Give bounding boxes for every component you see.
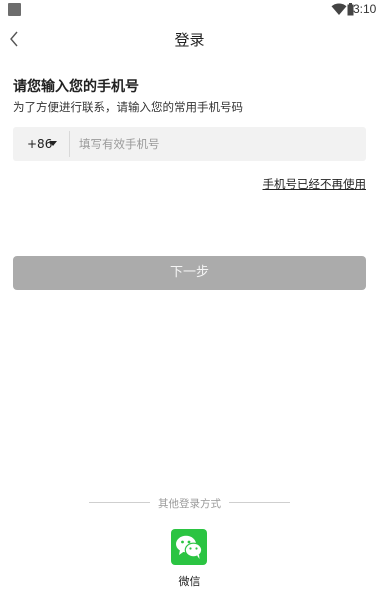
other-login-divider-right <box>229 502 290 503</box>
phone-input-row: +86 <box>13 127 366 161</box>
notification-square-icon <box>8 3 21 16</box>
nav-bar: 登录 <box>0 22 379 56</box>
phone-number-input[interactable] <box>79 127 359 161</box>
status-time: 3:10 <box>353 2 377 16</box>
phone-no-longer-used-link[interactable]: 手机号已经不再使用 <box>263 176 367 192</box>
login-screen: 3:10 登录 请您输入您的手机号 为了方便进行联系，请输入您的常用手机号码 +… <box>0 0 379 606</box>
phone-row-divider <box>69 131 70 157</box>
wechat-icon <box>176 535 203 559</box>
wifi-icon <box>331 3 347 15</box>
caret-down-icon <box>49 141 57 146</box>
wechat-login-button[interactable] <box>171 529 207 565</box>
form-heading: 请您输入您的手机号 <box>13 79 139 95</box>
page-title: 登录 <box>174 31 205 49</box>
status-bar: 3:10 <box>0 0 379 22</box>
form-subheading: 为了方便进行联系，请输入您的常用手机号码 <box>13 100 243 114</box>
wechat-label: 微信 <box>178 575 201 588</box>
country-code-selector[interactable]: +86 <box>13 127 69 161</box>
other-login-label: 其他登录方式 <box>158 498 221 510</box>
next-step-button[interactable]: 下一步 <box>13 256 366 290</box>
